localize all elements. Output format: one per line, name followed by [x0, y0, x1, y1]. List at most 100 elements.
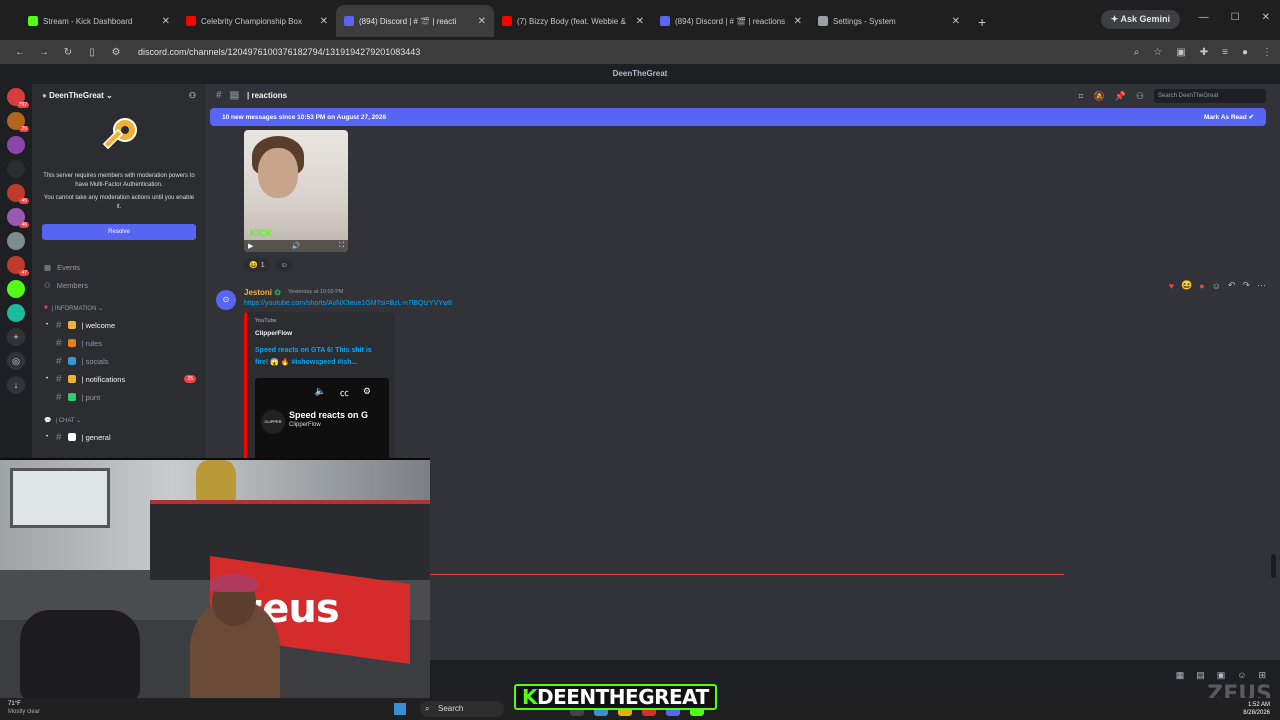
sidebar-icon[interactable]: ▯	[80, 47, 104, 58]
threads-icon[interactable]: ⌗	[1078, 91, 1083, 102]
add-reaction-button[interactable]: ☺	[275, 258, 293, 272]
chat-scrollbar[interactable]	[1271, 554, 1276, 578]
fullscreen-icon[interactable]: ⛶	[339, 242, 344, 250]
volume-icon[interactable]: 🔈	[315, 386, 326, 399]
channel-item[interactable]: # | socials	[32, 352, 206, 370]
reaction-laugh[interactable]: 😆 1	[244, 258, 270, 272]
notification-bell-icon[interactable]: 🔕	[1093, 91, 1104, 102]
emoji-icon[interactable]: ☺	[1237, 670, 1246, 681]
tab-favicon-icon	[28, 16, 38, 26]
kick-k-logo: K	[522, 685, 538, 709]
video-attachment[interactable]: KICK ▶ 🔊 ⛶	[244, 130, 348, 252]
server-icon[interactable]	[7, 232, 25, 250]
events-nav[interactable]: ▦ Events	[32, 258, 206, 276]
category-chat[interactable]: 💬 | CHAT ⌄	[32, 412, 206, 428]
member-list-icon[interactable]: ⚇	[1136, 91, 1144, 102]
browser-tab[interactable]: Celebrity Championship Box ✕	[178, 5, 336, 37]
search-input[interactable]: Search DeenTheGreat	[1154, 89, 1266, 103]
hash-icon: #	[216, 89, 222, 101]
extensions-puzzle-icon[interactable]: ✚	[1200, 47, 1208, 58]
channel-emoji-icon: ▤	[229, 89, 240, 101]
bookmark-star-icon[interactable]: ☆	[1153, 47, 1162, 58]
back-icon[interactable]: ←	[8, 47, 32, 58]
explore-icon[interactable]: ◎	[7, 352, 25, 370]
pin-icon[interactable]: 📌	[1115, 91, 1126, 102]
channel-item[interactable]: # | rules	[32, 334, 206, 352]
server-icon[interactable]	[7, 280, 25, 298]
add-server-icon[interactable]: +	[7, 328, 25, 346]
tab-close-icon[interactable]: ✕	[162, 16, 170, 27]
forward-icon[interactable]: →	[32, 47, 56, 58]
guild-header[interactable]: ● DeenTheGreat ⌄ ⚇	[32, 84, 206, 106]
system-tray[interactable]: 1:52 AM 8/28/2026	[1243, 701, 1270, 717]
kick-logo: KICK	[250, 228, 272, 238]
server-icon[interactable]	[7, 304, 25, 322]
composer-icons: ▦ ▤ ▣ ☺ ⊞	[1176, 670, 1266, 681]
weather-widget[interactable]: 71°F Mostly clear	[8, 700, 40, 716]
download-icon[interactable]: ↓	[7, 376, 25, 394]
server-icon[interactable]	[7, 136, 25, 154]
tab-close-icon[interactable]: ✕	[478, 16, 486, 27]
server-icon[interactable]	[7, 160, 25, 178]
server-icon[interactable]: 45	[7, 184, 29, 204]
browser-tab[interactable]: (894) Discord | # 🎬 | reacti ✕	[336, 5, 494, 37]
add-member-icon[interactable]: ⚇	[189, 91, 196, 100]
minimize-icon[interactable]: —	[1199, 12, 1209, 23]
unread-dot-icon: •	[46, 434, 49, 440]
url-input[interactable]: discord.com/channels/1204976100376182794…	[138, 47, 1134, 57]
resolve-button[interactable]: Resolve	[42, 224, 196, 240]
reading-list-icon[interactable]: ≡	[1222, 47, 1228, 58]
tab-close-icon[interactable]: ✕	[320, 16, 328, 27]
gif-icon[interactable]: ▤	[1196, 670, 1205, 681]
server-icon[interactable]: 46	[7, 208, 29, 228]
channel-emoji-icon	[67, 433, 76, 441]
channel-item[interactable]: • # | notifications 25	[32, 370, 206, 388]
play-icon[interactable]: ▶	[248, 242, 253, 250]
channel-label: | notifications	[81, 374, 126, 384]
message-author[interactable]: Jestoni ✿	[244, 288, 281, 297]
extension-icon[interactable]: ▣	[1176, 47, 1185, 58]
embed-author[interactable]: ClipperFlow	[255, 330, 386, 337]
reload-icon[interactable]: ↻	[56, 47, 80, 58]
sticker-icon[interactable]: ▣	[1217, 670, 1226, 681]
close-icon[interactable]: ✕	[1262, 12, 1270, 23]
tab-close-icon[interactable]: ✕	[794, 16, 802, 27]
new-messages-bar[interactable]: 10 new messages since 10:53 PM on August…	[210, 108, 1266, 126]
taskbar-search[interactable]: ⌕ Search	[420, 701, 504, 717]
site-info-icon[interactable]: ⚙	[104, 47, 128, 58]
channel-item[interactable]: • # | welcome	[32, 316, 206, 334]
browser-tab[interactable]: (7) Bizzy Body (feat. Webbie & ✕	[494, 5, 652, 37]
volume-icon[interactable]: 🔊	[292, 242, 301, 250]
channel-general[interactable]: • # | general	[32, 428, 206, 446]
browser-tab[interactable]: Stream - Kick Dashboard ✕	[20, 5, 178, 37]
tab-close-icon[interactable]: ✕	[636, 16, 644, 27]
tab-close-icon[interactable]: ✕	[952, 16, 960, 27]
members-nav[interactable]: ⚇ Members	[32, 276, 206, 294]
zoom-icon[interactable]: ⌕	[1134, 47, 1140, 58]
apps-icon[interactable]: ⊞	[1258, 670, 1266, 681]
youtube-player[interactable]: 🔈 ㏄ ⚙ CLIPPER Speed reacts on G ClipperF…	[255, 378, 389, 462]
browser-tab[interactable]: (894) Discord | # 🎬 | reactions ✕	[652, 5, 810, 37]
server-icon[interactable]: 47	[7, 256, 29, 276]
server-icon[interactable]: 792	[7, 88, 29, 108]
avatar[interactable]: ⊙	[216, 290, 236, 310]
category-information[interactable]: ■ | INFORMATION ⌄	[32, 300, 206, 316]
verified-badge-icon: ✿	[274, 288, 281, 297]
profile-icon[interactable]: ●	[1242, 47, 1248, 58]
maximize-icon[interactable]: ☐	[1231, 12, 1240, 23]
mark-as-read-button[interactable]: Mark As Read ✔	[1204, 113, 1254, 121]
server-badge: 45	[19, 198, 29, 204]
channel-item[interactable]: # | punt	[32, 388, 206, 406]
ask-gemini-label: Ask Gemini	[1120, 14, 1170, 24]
start-icon[interactable]	[394, 703, 406, 715]
captions-icon[interactable]: ㏄	[340, 386, 349, 399]
server-icon[interactable]: 29	[7, 112, 29, 132]
browser-tab[interactable]: Settings - System ✕	[810, 5, 968, 37]
ask-gemini-button[interactable]: ✦ Ask Gemini	[1100, 10, 1180, 29]
message-link[interactable]: https://youtube.com/shorts/AvNX3eue1GM?s…	[244, 300, 452, 307]
embed-title[interactable]: Speed reacts on GTA 6! This shit is fire…	[255, 345, 386, 369]
menu-icon[interactable]: ⋮	[1262, 47, 1272, 58]
settings-gear-icon[interactable]: ⚙	[363, 386, 371, 399]
new-tab-icon[interactable]: +	[978, 14, 986, 30]
gift-icon[interactable]: ▦	[1176, 670, 1185, 681]
